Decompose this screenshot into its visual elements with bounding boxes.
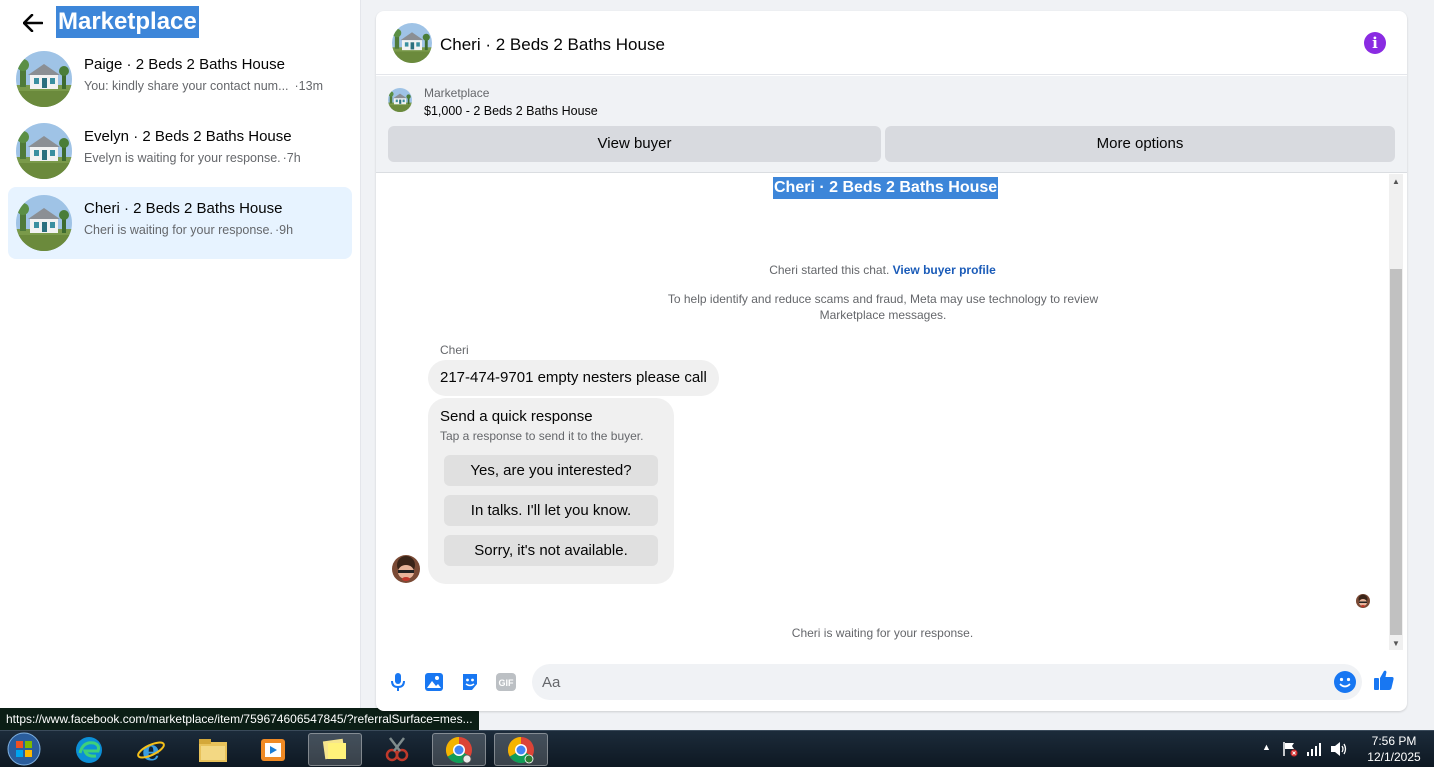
quick-reply-not-available[interactable]: Sorry, it's not available. — [444, 535, 658, 566]
conversation-preview: You: kindly share your contact num... ·1… — [84, 79, 323, 93]
windows-logo-icon — [7, 732, 41, 766]
sticky-notes-taskbar-icon[interactable] — [308, 733, 362, 766]
media-player-taskbar-icon[interactable] — [246, 733, 300, 766]
conversation-list-pane: Marketplace Paige · 2 Beds 2 Baths House… — [0, 0, 361, 730]
message-thread: Cheri · 2 Beds 2 Baths House Cheri start… — [376, 174, 1407, 650]
quick-response-title: Send a quick response — [440, 408, 593, 425]
internet-explorer-taskbar-icon[interactable]: e — [124, 733, 178, 766]
arrow-left-icon — [23, 14, 43, 32]
show-hidden-icons-icon[interactable]: ▲ — [1262, 742, 1271, 752]
view-buyer-button[interactable]: View buyer — [388, 126, 881, 162]
chat-started-notice: Cheri started this chat. View buyer prof… — [376, 263, 1389, 277]
preview-time: ·13m — [294, 79, 323, 93]
action-center-flag-icon[interactable] — [1282, 741, 1298, 757]
chat-title[interactable]: Cheri · 2 Beds 2 Baths House — [440, 35, 665, 55]
svg-text:e: e — [142, 735, 160, 765]
preview-text: Evelyn is waiting for your response. — [84, 151, 281, 165]
quick-reply-interested[interactable]: Yes, are you interested? — [444, 455, 658, 486]
preview-text: You: kindly share your contact num... — [84, 79, 289, 93]
quick-response-subtitle: Tap a response to send it to the buyer. — [440, 429, 644, 443]
listing-source: Marketplace — [424, 86, 490, 100]
scroll-down-arrow-icon[interactable]: ▼ — [1389, 638, 1403, 650]
sticker-icon[interactable] — [458, 670, 482, 694]
gif-icon[interactable]: GIF — [494, 670, 518, 694]
photo-icon[interactable] — [422, 670, 446, 694]
taskbar-clock[interactable]: 7:56 PM 12/1/2025 — [1356, 733, 1432, 765]
message-composer: GIF — [376, 662, 1407, 702]
message-input[interactable] — [542, 664, 1322, 700]
conversation-name: Evelyn · 2 Beds 2 Baths House — [84, 128, 292, 145]
scroll-up-arrow-icon[interactable]: ▲ — [1389, 176, 1403, 188]
message-scrollbar[interactable]: ▲ ▼ — [1389, 174, 1403, 650]
volume-icon[interactable] — [1330, 741, 1348, 757]
listing-thumbnail[interactable] — [388, 88, 412, 112]
preview-time: ·7h — [282, 151, 301, 165]
start-button[interactable] — [4, 732, 44, 766]
thumbs-up-icon[interactable] — [1372, 668, 1396, 692]
gif-label: GIF — [499, 678, 515, 688]
edge-taskbar-icon[interactable] — [62, 733, 116, 766]
conversation-item-cheri[interactable]: Cheri · 2 Beds 2 Baths House Cheri is wa… — [8, 187, 352, 259]
listing-thumbnail — [16, 51, 72, 107]
conversation-name: Paige · 2 Beds 2 Baths House — [84, 56, 285, 73]
list-header: Marketplace — [0, 0, 361, 46]
listing-thumbnail — [16, 123, 72, 179]
started-text: Cheri started this chat. — [769, 263, 890, 277]
microphone-icon[interactable] — [386, 670, 410, 694]
quick-response-card: Send a quick response Tap a response to … — [428, 398, 674, 584]
snipping-tool-taskbar-icon[interactable] — [370, 733, 424, 766]
message-bubble[interactable]: 217-474-9701 empty nesters please call — [428, 360, 719, 396]
info-icon[interactable]: i — [1364, 32, 1386, 54]
system-tray: ▲ — [1258, 731, 1358, 767]
clock-time: 7:56 PM — [1371, 734, 1417, 748]
chat-header: Cheri · 2 Beds 2 Baths House i — [376, 11, 1407, 75]
file-explorer-taskbar-icon[interactable] — [186, 733, 240, 766]
listing-thumbnail — [16, 195, 72, 251]
scam-notice: To help identify and reduce scams and fr… — [667, 292, 1099, 322]
more-options-button[interactable]: More options — [885, 126, 1395, 162]
sender-name: Cheri — [440, 343, 469, 357]
listing-price-title[interactable]: $1,000 - 2 Beds 2 Baths House — [424, 104, 598, 118]
chrome-taskbar-icon-2[interactable] — [494, 733, 548, 766]
preview-text: Cheri is waiting for your response. — [84, 223, 273, 237]
seen-indicator-avatar — [1356, 594, 1370, 608]
conversation-heading: Cheri · 2 Beds 2 Baths House — [773, 177, 999, 199]
waiting-status: Cheri is waiting for your response. — [791, 626, 974, 640]
message-input-wrapper — [532, 664, 1362, 700]
chat-pane: Cheri · 2 Beds 2 Baths House i Marketpla… — [376, 11, 1407, 711]
listing-banner: Marketplace $1,000 - 2 Beds 2 Baths Hous… — [376, 76, 1407, 173]
chat-avatar[interactable] — [392, 23, 432, 63]
emoji-icon[interactable] — [1334, 671, 1356, 693]
view-buyer-profile-link[interactable]: View buyer profile — [893, 263, 996, 277]
page-title: Marketplace — [56, 6, 199, 38]
conversation-item-evelyn[interactable]: Evelyn · 2 Beds 2 Baths House Evelyn is … — [8, 115, 352, 187]
back-button[interactable] — [20, 9, 46, 37]
quick-reply-in-talks[interactable]: In talks. I'll let you know. — [444, 495, 658, 526]
conversation-preview: Cheri is waiting for your response. ·9h — [84, 223, 293, 237]
chrome-taskbar-icon-1[interactable] — [432, 733, 486, 766]
conversation-item-paige[interactable]: Paige · 2 Beds 2 Baths House You: kindly… — [8, 43, 352, 115]
clock-date: 12/1/2025 — [1367, 750, 1421, 764]
windows-taskbar: e ▲ 7:56 PM 12/1/2025 — [0, 730, 1434, 767]
network-signal-icon[interactable] — [1306, 742, 1322, 756]
preview-time: ·9h — [274, 223, 294, 237]
conversation-preview: Evelyn is waiting for your response. ·7h — [84, 151, 301, 165]
buyer-avatar[interactable] — [392, 555, 420, 583]
status-url-tooltip: https://www.facebook.com/marketplace/ite… — [0, 708, 479, 730]
scrollbar-thumb[interactable] — [1390, 269, 1402, 635]
conversation-name: Cheri · 2 Beds 2 Baths House — [84, 200, 283, 217]
